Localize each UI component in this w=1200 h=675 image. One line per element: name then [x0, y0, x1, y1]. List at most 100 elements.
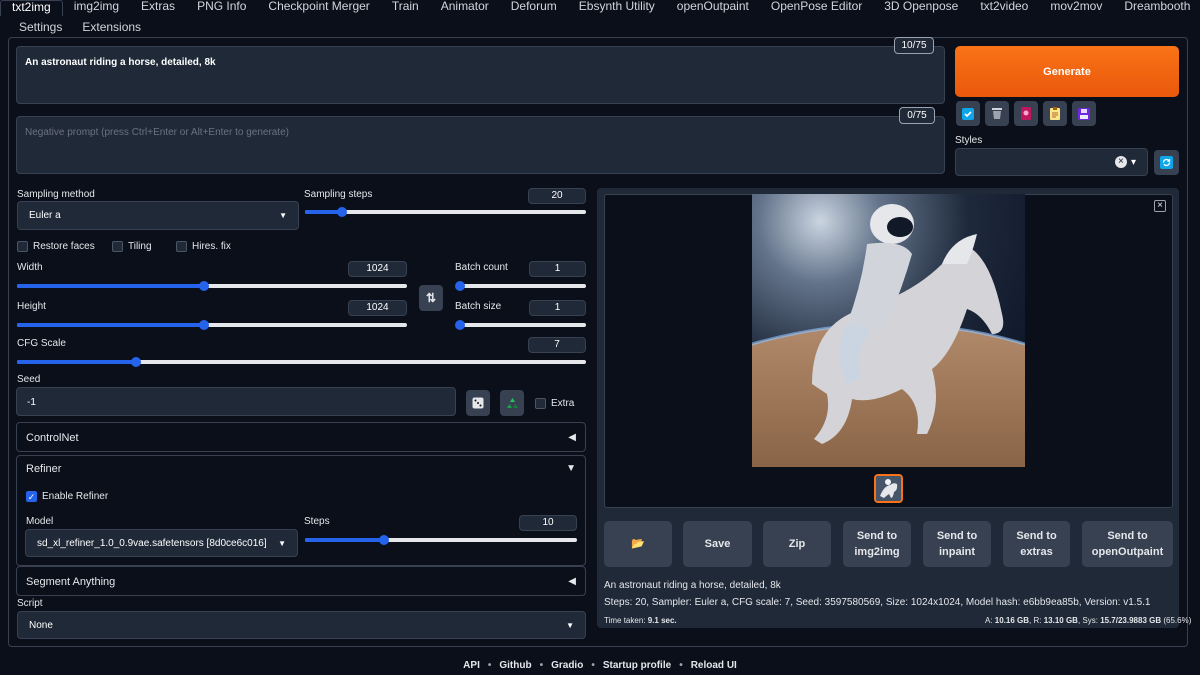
zip-button[interactable]: Zip: [763, 521, 831, 567]
dropdown-arrow-icon: ▼: [278, 538, 286, 548]
tab-settings[interactable]: Settings: [9, 21, 72, 34]
cfg-scale-slider[interactable]: [17, 357, 586, 367]
refiner-title[interactable]: Refiner: [26, 463, 61, 475]
tab-dreambooth[interactable]: Dreambooth: [1113, 0, 1200, 13]
clipboard-icon[interactable]: [1043, 101, 1067, 126]
main-tabs: txt2img img2img Extras PNG Info Checkpoi…: [0, 0, 1200, 16]
dice-icon[interactable]: [466, 390, 490, 416]
negative-prompt-input[interactable]: Negative prompt (press Ctrl+Enter or Alt…: [16, 116, 945, 174]
segment-anything-title: Segment Anything: [26, 576, 116, 588]
tab-animator[interactable]: Animator: [430, 0, 500, 13]
footer-links: API • Github • Gradio • Startup profile …: [0, 660, 1200, 671]
send-extras-button[interactable]: Send to extras: [1003, 521, 1070, 567]
hires-fix-checkbox[interactable]: [176, 241, 187, 252]
mem-a-value: 10.16 GB: [994, 616, 1030, 625]
footer-reload-ui-link[interactable]: Reload UI: [683, 660, 745, 671]
dropdown-arrow-icon: ▼: [566, 620, 574, 630]
height-input[interactable]: 1024: [348, 300, 407, 316]
controlnet-accordion[interactable]: ControlNet ◀: [16, 422, 586, 452]
close-icon[interactable]: ×: [1154, 200, 1166, 212]
restore-faces-label: Restore faces: [33, 241, 95, 252]
segment-anything-accordion[interactable]: Segment Anything ◀: [16, 566, 586, 596]
send-openoutpaint-button[interactable]: Send to openOutpaint: [1082, 521, 1173, 567]
prompt-text: An astronaut riding a horse, detailed, 8…: [25, 57, 216, 68]
tiling-checkbox[interactable]: [112, 241, 123, 252]
batch-size-slider[interactable]: [455, 320, 586, 330]
cfg-scale-input[interactable]: 7: [528, 337, 586, 353]
expand-arrow-icon[interactable]: ▼: [566, 463, 576, 474]
width-label: Width: [17, 262, 43, 273]
seed-input[interactable]: -1: [16, 387, 456, 416]
styles-dropdown[interactable]: × ▾: [955, 148, 1148, 176]
thumbnail-image[interactable]: [874, 474, 903, 503]
send-img2img-button[interactable]: Send to img2img: [843, 521, 911, 567]
restore-faces-checkbox[interactable]: [17, 241, 28, 252]
refiner-steps-input[interactable]: 10: [519, 515, 577, 531]
tab-png-info[interactable]: PNG Info: [186, 0, 257, 13]
script-dropdown[interactable]: None ▼: [17, 611, 586, 639]
mem-r-value: 13.10 GB: [1043, 616, 1078, 625]
tab-deforum[interactable]: Deforum: [500, 0, 568, 13]
generate-button[interactable]: Generate: [955, 46, 1179, 97]
sampling-steps-slider[interactable]: [305, 207, 586, 217]
save-disk-icon[interactable]: [1072, 101, 1096, 126]
mem-r-label: , R:: [1029, 616, 1044, 625]
batch-count-input[interactable]: 1: [529, 261, 586, 277]
time-taken: Time taken: 9.1 sec.: [604, 616, 677, 625]
width-slider[interactable]: [17, 281, 407, 291]
batch-count-slider[interactable]: [455, 281, 586, 291]
open-folder-button[interactable]: 📂: [604, 521, 672, 567]
tab-extras[interactable]: Extras: [130, 0, 186, 13]
extra-seed-checkbox[interactable]: [535, 398, 546, 409]
refiner-model-value: sd_xl_refiner_1.0_0.9vae.safetensors [8d…: [37, 537, 267, 549]
tab-mov2mov[interactable]: mov2mov: [1039, 0, 1113, 13]
enable-refiner-checkbox[interactable]: ✓: [26, 491, 37, 502]
prompt-input[interactable]: An astronaut riding a horse, detailed, 8…: [16, 46, 945, 104]
dropdown-arrow-icon: ▼: [279, 211, 287, 220]
clear-styles-icon[interactable]: ×: [1114, 156, 1127, 168]
tab-checkpoint-merger[interactable]: Checkpoint Merger: [257, 0, 380, 13]
refiner-steps-label: Steps: [304, 516, 330, 527]
height-slider[interactable]: [17, 320, 407, 330]
send-inpaint-button[interactable]: Send to inpaint: [923, 521, 991, 567]
info-prompt: An astronaut riding a horse, detailed, 8…: [604, 580, 781, 591]
batch-size-input[interactable]: 1: [529, 300, 586, 316]
controlnet-title: ControlNet: [26, 432, 79, 444]
negative-prompt-placeholder: Negative prompt (press Ctrl+Enter or Alt…: [25, 127, 290, 138]
batch-size-label: Batch size: [455, 301, 502, 312]
tab-extensions[interactable]: Extensions: [72, 21, 151, 34]
tab-openoutpaint[interactable]: openOutpaint: [666, 0, 760, 13]
height-label: Height: [17, 301, 46, 312]
trash-icon[interactable]: [985, 101, 1009, 126]
footer-api-link[interactable]: API: [455, 660, 488, 671]
generated-image[interactable]: [752, 194, 1025, 467]
tab-ebsynth-utility[interactable]: Ebsynth Utility: [568, 0, 666, 13]
script-value: None: [29, 619, 53, 631]
refiner-model-dropdown[interactable]: sd_xl_refiner_1.0_0.9vae.safetensors [8d…: [25, 529, 298, 557]
width-input[interactable]: 1024: [348, 261, 407, 277]
save-button[interactable]: Save: [683, 521, 752, 567]
refresh-icon[interactable]: [1154, 150, 1179, 175]
tab-3d-openpose[interactable]: 3D Openpose: [873, 0, 969, 13]
pink-card-icon[interactable]: [1014, 101, 1038, 126]
refiner-steps-slider[interactable]: [305, 535, 577, 545]
memory-usage: A: 10.16 GB, R: 13.10 GB, Sys: 15.7/23.9…: [985, 616, 1191, 625]
check-square-icon[interactable]: [956, 101, 980, 126]
tab-train[interactable]: Train: [381, 0, 430, 13]
recycle-icon[interactable]: [500, 390, 524, 416]
tab-txt2img[interactable]: txt2img: [0, 0, 63, 16]
footer-github-link[interactable]: Github: [491, 660, 539, 671]
mem-sys-label: , Sys:: [1077, 616, 1101, 625]
folder-icon: 📂: [631, 538, 645, 550]
script-label: Script: [17, 598, 43, 609]
tab-img2img[interactable]: img2img: [63, 0, 130, 13]
sampling-method-label: Sampling method: [17, 189, 95, 200]
footer-startup-profile-link[interactable]: Startup profile: [595, 660, 679, 671]
sampling-method-value: Euler a: [29, 210, 61, 221]
tab-txt2video[interactable]: txt2video: [969, 0, 1039, 13]
sampling-method-dropdown[interactable]: Euler a ▼: [17, 201, 299, 230]
swap-dimensions-icon[interactable]: ⇅: [419, 285, 443, 311]
footer-gradio-link[interactable]: Gradio: [543, 660, 591, 671]
tab-openpose-editor[interactable]: OpenPose Editor: [760, 0, 873, 13]
sampling-steps-input[interactable]: 20: [528, 188, 586, 204]
